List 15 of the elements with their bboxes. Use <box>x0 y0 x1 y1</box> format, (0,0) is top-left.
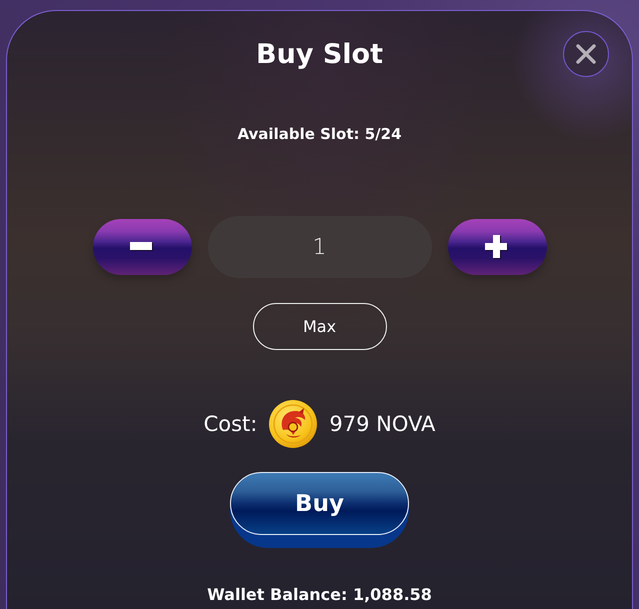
close-icon <box>576 44 596 64</box>
cost-amount: 979 NOVA <box>329 412 436 436</box>
minus-icon <box>130 242 154 252</box>
plus-icon <box>485 235 509 259</box>
quantity-field[interactable]: 1 <box>208 216 432 278</box>
buy-button[interactable]: Buy <box>230 472 409 548</box>
coin-icon <box>269 400 318 448</box>
cost-label: Cost: <box>204 412 258 436</box>
close-button[interactable] <box>563 31 609 77</box>
available-slot-text: Available Slot: 5/24 <box>237 124 402 145</box>
decrement-button[interactable] <box>92 219 192 275</box>
wallet-balance-text: Wallet Balance: 1,088.58 <box>207 584 432 606</box>
dialog-title: Buy Slot <box>256 38 383 72</box>
max-button[interactable]: Max <box>252 303 386 350</box>
increment-button[interactable] <box>448 219 546 275</box>
